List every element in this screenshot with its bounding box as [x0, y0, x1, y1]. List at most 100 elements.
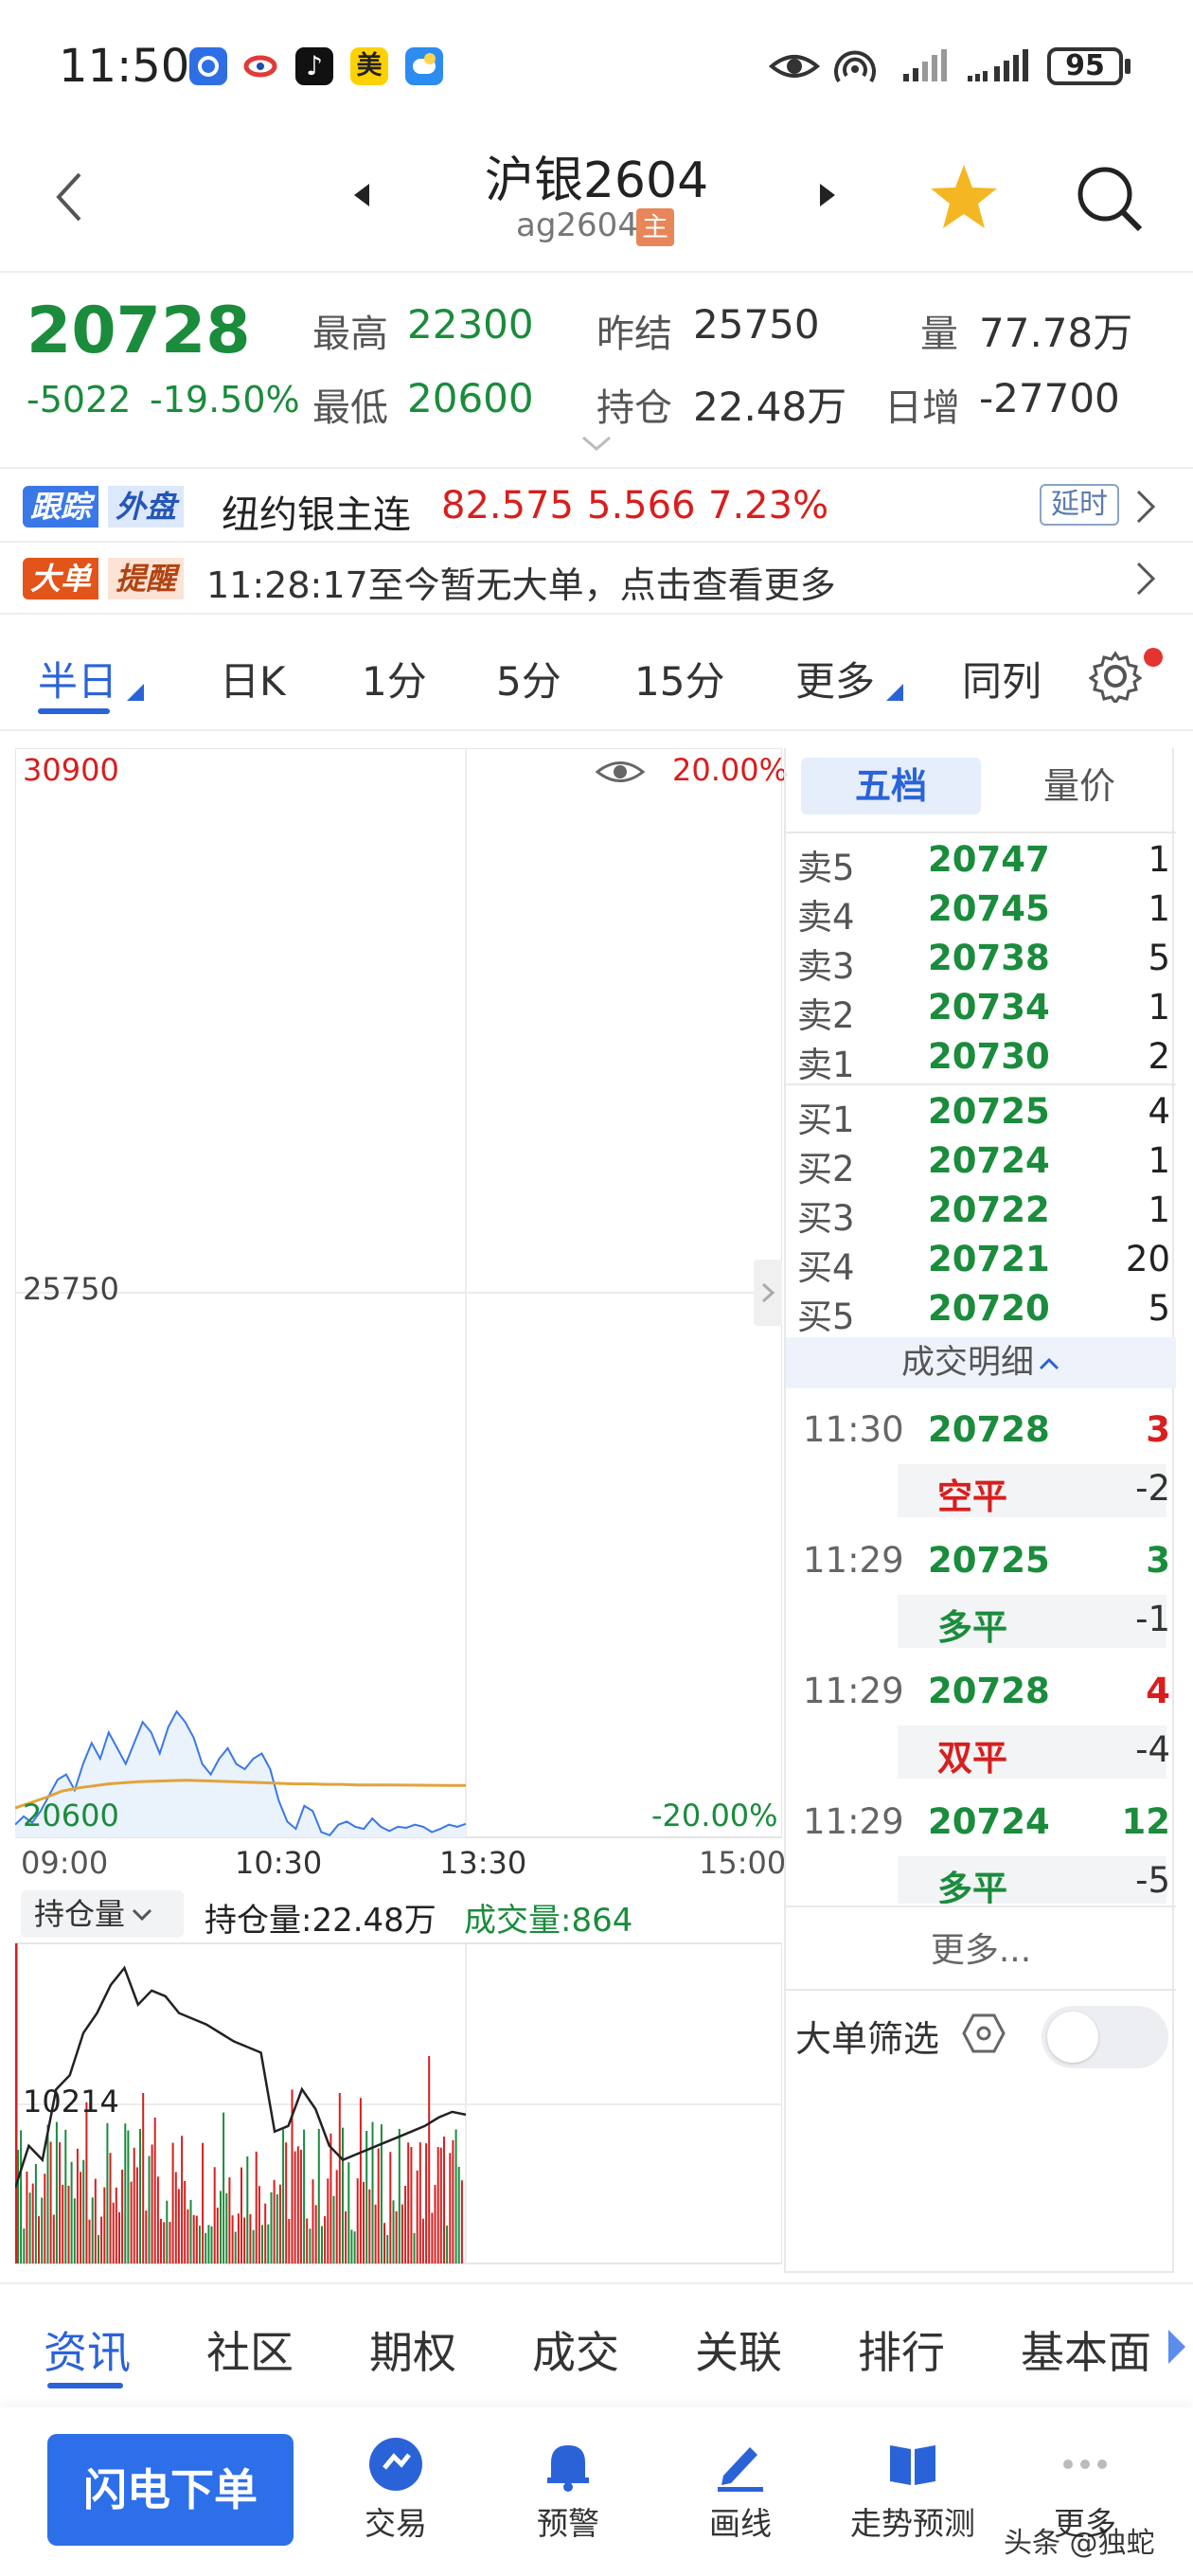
oi-selector[interactable]: 持仓量 [21, 1890, 184, 1938]
asks-price: 20734 [928, 987, 1050, 1028]
tab-half-day[interactable]: 半日 [38, 650, 117, 707]
volume-bar [309, 2228, 312, 2263]
big-order-filter-toggle[interactable] [1042, 2006, 1168, 2068]
tab-news[interactable]: 资讯 [44, 2318, 131, 2381]
last-price: 20728 [27, 294, 251, 368]
tab-daily-k[interactable]: 日K [220, 650, 286, 707]
dropdown-triangle-icon [884, 682, 905, 707]
volume-bar [332, 2195, 335, 2263]
expand-side-handle[interactable] [754, 1260, 782, 1326]
battery-tip [1125, 59, 1131, 74]
tab-volume-price[interactable]: 量价 [994, 758, 1165, 814]
signal-icon [966, 49, 1034, 87]
notification-dot [1144, 648, 1163, 667]
contract-title: 沪银2604 [484, 152, 709, 209]
tab-15min[interactable]: 15分 [634, 650, 724, 707]
chevron-right-icon[interactable] [1134, 560, 1157, 601]
hotspot-icon [831, 44, 879, 93]
search-icon[interactable] [1074, 163, 1146, 239]
foreign-market-banner[interactable]: 跟踪 外盘 纽约银主连 82.575 5.566 7.23% 延时 [0, 471, 1193, 543]
volume-bar [189, 2199, 192, 2263]
volume-bar [38, 2216, 40, 2263]
tab-deals[interactable]: 成交 [532, 2318, 619, 2381]
volume-bar [169, 2222, 171, 2263]
more-trades-link[interactable]: 更多... [786, 1923, 1176, 1972]
trade-time: 11:29 [803, 1801, 904, 1842]
volume-bar [249, 2213, 252, 2263]
tab-ranking[interactable]: 排行 [858, 2318, 945, 2381]
next-contract-icon[interactable] [816, 180, 839, 214]
trade-label: 交易 [365, 2505, 427, 2542]
volume-bar [294, 2151, 296, 2263]
asks-volume: 1 [1148, 839, 1170, 880]
tab-community[interactable]: 社区 [206, 2318, 294, 2381]
open-interest-label: 持仓 [596, 386, 672, 430]
asks-level-label: 卖4 [797, 897, 855, 938]
trade-detail-row: 11:30 20728 3 空平 -2 [786, 1402, 1176, 1534]
volume-bar [174, 2172, 177, 2263]
foreign-contract-name: 纽约银主连 [222, 493, 411, 537]
back-icon[interactable] [49, 169, 87, 229]
volume-bar [177, 2189, 180, 2263]
big-order-banner[interactable]: 大单 提醒 11:28:17至今暂无大单，点击查看更多 [0, 543, 1193, 615]
filter-settings-icon[interactable] [962, 2012, 1006, 2059]
volume-bar [31, 2183, 34, 2263]
bids-row: 买1 20725 4 [786, 1091, 1176, 1140]
foreign-price: 82.575 [441, 484, 574, 528]
volume-bar [359, 2098, 362, 2263]
volume-bar [374, 2204, 377, 2263]
forecast-action[interactable]: 走势预测 [846, 2434, 979, 2544]
tiktok-icon: ♪ [295, 47, 333, 85]
volume-bar [156, 2176, 159, 2263]
expand-chevron-icon[interactable] [579, 434, 614, 456]
volume-bar [67, 2185, 70, 2263]
tab-options[interactable]: 期权 [369, 2318, 456, 2381]
asks-level-label: 卖3 [797, 946, 855, 987]
tab-more[interactable]: 更多 [795, 650, 875, 707]
delay-badge: 延时 [1040, 484, 1119, 526]
volume-bar [184, 2181, 187, 2263]
volume-value: 77.78万 [979, 310, 1133, 356]
tab-five-levels[interactable]: 五档 [801, 758, 981, 814]
volume-bar [371, 2121, 374, 2263]
volume-bar [363, 2181, 365, 2263]
volume-bar [404, 2186, 407, 2263]
alert-action[interactable]: 预警 [502, 2434, 634, 2544]
volume-bar [103, 2187, 106, 2263]
volume-bar [329, 2133, 332, 2263]
scroll-right-icon[interactable] [1166, 2328, 1187, 2370]
trade-detail-header[interactable]: 成交明细 [786, 1337, 1176, 1388]
tab-fundamentals[interactable]: 基本面 [1021, 2318, 1163, 2381]
signal-icon [901, 49, 949, 87]
flash-order-button[interactable]: 闪电下单 [47, 2434, 294, 2546]
volume-bar [267, 2224, 270, 2263]
tab-5min[interactable]: 5分 [496, 650, 561, 707]
nav-bar: 沪银2604 ag2604 主 [0, 133, 1193, 273]
volume-bar [282, 2129, 285, 2263]
tab-1min[interactable]: 1分 [362, 650, 427, 707]
chevron-right-icon[interactable] [1134, 488, 1157, 529]
meituan-icon: 美 [350, 47, 388, 85]
bids-volume: 1 [1148, 1190, 1170, 1230]
volume-bar [454, 2129, 457, 2263]
chart-eye-icon[interactable] [595, 754, 646, 794]
price-change: -5022 [27, 379, 132, 420]
trade-detail-row: 11:29 20724 12 多平 -5 [786, 1794, 1176, 1904]
prev-contract-icon[interactable] [350, 180, 373, 214]
favorite-star-icon[interactable] [928, 161, 1000, 237]
tab-same-column[interactable]: 同列 [962, 650, 1042, 707]
chart-area[interactable]: 30900 20.00% 25750 20600 -20.00% 09:00 1… [15, 748, 788, 2264]
volume-bar [383, 2223, 385, 2263]
settings-gear-icon[interactable] [1088, 650, 1143, 707]
volume-bar [321, 2226, 323, 2263]
bids-level-label: 买1 [797, 1100, 855, 1140]
trade-action[interactable]: 交易 [329, 2434, 462, 2544]
bids-level-label: 买3 [797, 1198, 855, 1239]
trade-type: 多平 [937, 1607, 1007, 1648]
asks-row: 卖3 20738 5 [786, 938, 1176, 987]
asks-level-label: 卖5 [797, 848, 855, 888]
tab-related[interactable]: 关联 [695, 2318, 782, 2381]
draw-action[interactable]: 画线 [674, 2434, 807, 2544]
time-label-end: 15:00 [699, 1845, 787, 1881]
asks-row: 卖5 20747 1 [786, 839, 1176, 888]
